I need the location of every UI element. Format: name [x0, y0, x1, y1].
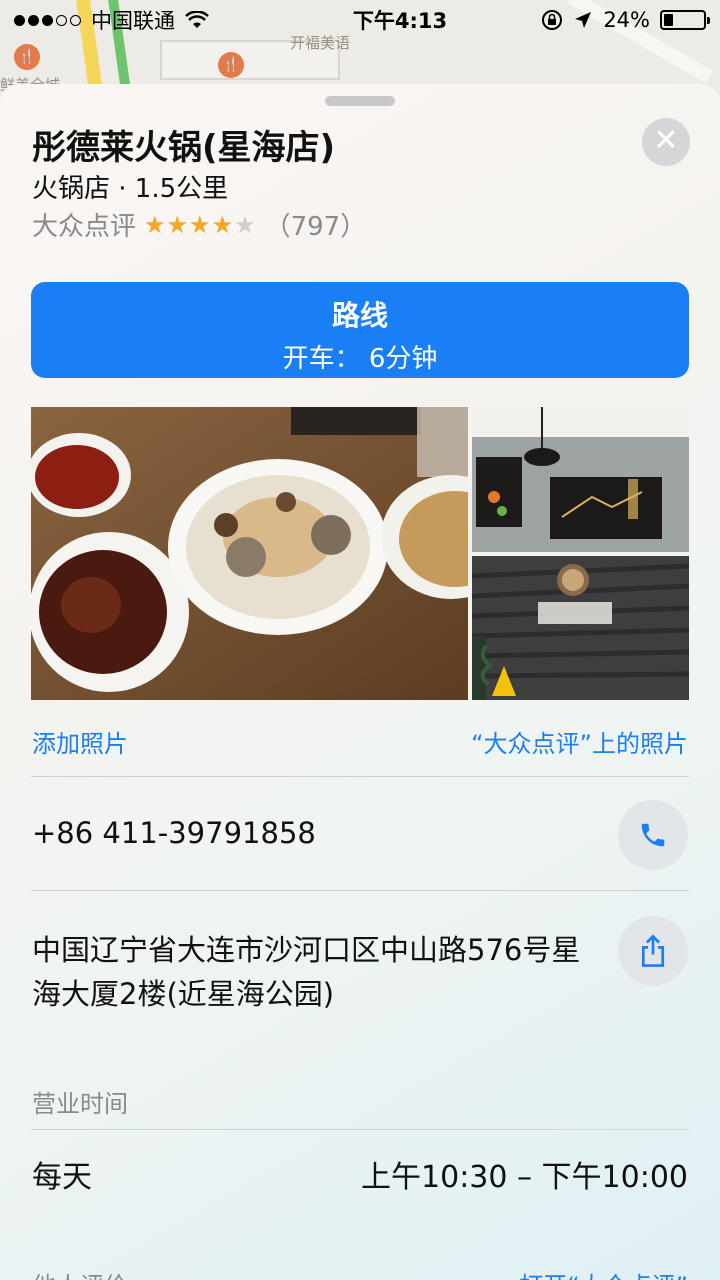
status-bar: 中国联通 下午4:13 24%: [0, 0, 720, 40]
divider: [31, 890, 689, 891]
route-label: 路线: [331, 299, 388, 332]
place-card: 彤德莱火锅(星海店) ✕ 火锅店 · 1.5公里 大众点评 ★★★★★ ★★★★…: [0, 84, 720, 1280]
share-icon: [641, 934, 665, 967]
close-icon: ✕: [653, 123, 679, 158]
interior-photo-illustration: [472, 407, 689, 552]
rating-source: 大众点评: [32, 212, 137, 242]
battery-percent: 24%: [603, 8, 650, 32]
photo-links: 添加照片 “大众点评”上的照片: [32, 724, 688, 759]
stars-filled: ★★★★★: [144, 212, 235, 237]
location-arrow-icon: [575, 12, 592, 28]
photo-storefront[interactable]: [472, 556, 689, 700]
sheet-grabber[interactable]: [325, 96, 395, 106]
place-subtitle: 火锅店 · 1.5公里: [32, 174, 229, 204]
route-button[interactable]: 路线 开车： 6分钟: [31, 282, 689, 378]
battery-icon: [660, 10, 710, 30]
photo-interior[interactable]: [472, 407, 689, 552]
wifi-icon: [185, 11, 209, 28]
battery-fill: [664, 14, 674, 26]
carrier-name: 中国联通: [91, 9, 175, 33]
source-photos-link[interactable]: “大众点评”上的照片: [471, 724, 688, 759]
share-button[interactable]: [618, 916, 688, 986]
signal-dot: [28, 14, 39, 26]
photo-food[interactable]: [31, 407, 468, 700]
food-photo-illustration: [31, 407, 468, 700]
place-title: 彤德莱火锅(星海店): [32, 128, 336, 168]
hours-label: 营业时间: [32, 1090, 128, 1118]
call-button[interactable]: [618, 800, 688, 870]
divider: [31, 1129, 689, 1130]
restaurant-pin-icon[interactable]: 🍴: [218, 52, 244, 78]
divider: [31, 776, 689, 777]
route-detail: 开车： 6分钟: [282, 344, 438, 374]
review-count: （797）: [264, 212, 367, 242]
signal-dot: [14, 14, 25, 26]
phone-icon: [641, 823, 665, 847]
hours-day: 每天: [32, 1160, 92, 1195]
signal-dot: [42, 14, 53, 26]
hours-time: 上午10:30 – 下午10:00: [361, 1160, 688, 1195]
reviews-label: 他人评价: [32, 1266, 128, 1280]
signal-dot: [70, 14, 81, 26]
signal-dot: [56, 14, 67, 26]
storefront-photo-illustration: [472, 556, 689, 700]
add-photo-link[interactable]: 添加照片: [32, 724, 128, 759]
star-rating: ★★★★★ ★★★★★: [144, 213, 257, 237]
status-left: 中国联通: [14, 5, 274, 35]
close-button[interactable]: ✕: [642, 118, 690, 166]
photo-gallery: [31, 407, 689, 700]
status-right: 24%: [526, 8, 710, 32]
rating-row[interactable]: 大众点评 ★★★★★ ★★★★★ （797）: [32, 206, 366, 243]
rotation-lock-icon: [542, 10, 563, 30]
signal-strength: [14, 14, 81, 26]
open-app-link[interactable]: 打开“大众点评”: [519, 1266, 688, 1280]
status-time: 下午4:13: [352, 9, 448, 33]
restaurant-pin-icon[interactable]: 🍴: [14, 44, 40, 70]
phone-number[interactable]: +86 411-39791858: [32, 816, 316, 850]
address-text[interactable]: 中国辽宁省大连市沙河口区中山路576号星海大厦2楼(近星海公园): [32, 928, 602, 1016]
